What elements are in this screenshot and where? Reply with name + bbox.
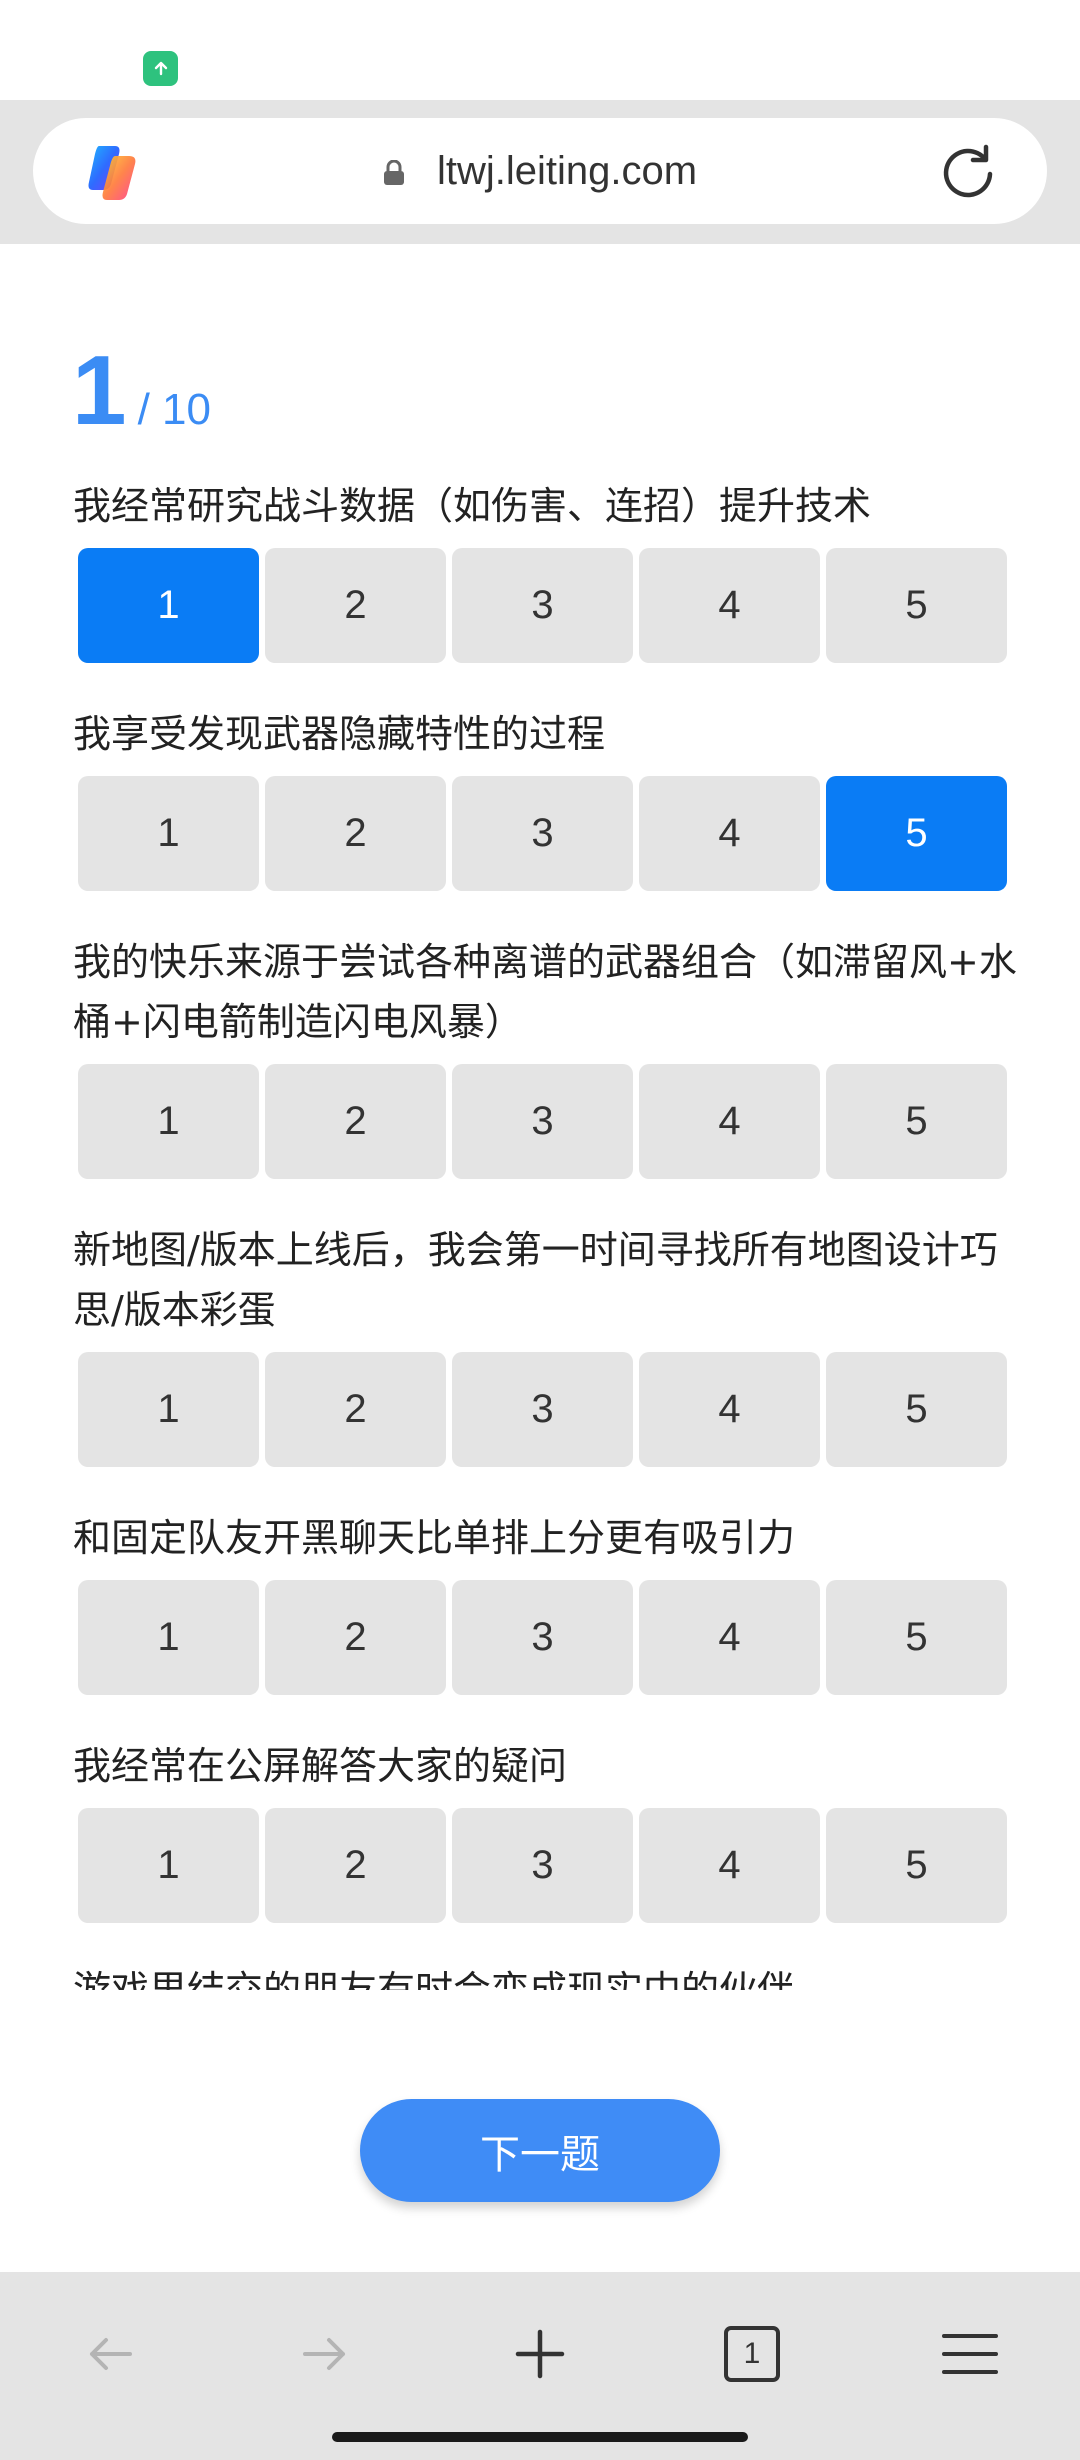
total-questions: / 10 <box>137 385 211 434</box>
rating-option-5[interactable]: 5 <box>826 1808 1007 1923</box>
rating-option-4[interactable]: 4 <box>639 1808 820 1923</box>
partial-question-text: 游戏里结交的朋友有时会变成现实中的伙伴 <box>73 1960 1023 1990</box>
rating-option-3[interactable]: 3 <box>452 1352 633 1467</box>
rating-option-1[interactable]: 1 <box>78 776 259 891</box>
rating-options: 1 2 3 4 5 <box>78 1580 1007 1695</box>
question-item: 我的快乐来源于尝试各种离谱的武器组合（如滞留风+水桶+闪电箭制造闪电风暴） 1 … <box>73 932 1023 1179</box>
next-question-button[interactable]: 下一题 <box>360 2099 720 2202</box>
status-bar <box>0 0 1080 100</box>
url-text: ltwj.leiting.com <box>437 149 698 193</box>
partial-question-label: 游戏里结交的朋友有时会变成现实中的伙伴 <box>73 1968 796 1990</box>
rating-options: 1 2 3 4 5 <box>78 1352 1007 1467</box>
address-bar[interactable]: ltwj.leiting.com <box>33 118 1047 224</box>
rating-option-2[interactable]: 2 <box>265 1352 446 1467</box>
rating-options: 1 2 3 4 5 <box>78 1808 1007 1923</box>
rating-option-1[interactable]: 1 <box>78 548 259 663</box>
rating-option-2[interactable]: 2 <box>265 548 446 663</box>
upload-notification-icon <box>143 51 178 86</box>
rating-option-4[interactable]: 4 <box>639 548 820 663</box>
question-text: 我的快乐来源于尝试各种离谱的武器组合（如滞留风+水桶+闪电箭制造闪电风暴） <box>73 940 1017 1044</box>
rating-option-3[interactable]: 3 <box>452 1580 633 1695</box>
question-text: 我经常在公屏解答大家的疑问 <box>73 1744 568 1788</box>
tabs-count: 1 <box>743 2337 761 2370</box>
question-item: 我经常在公屏解答大家的疑问 1 2 3 4 5 <box>73 1736 1023 1923</box>
rating-option-5[interactable]: 5 <box>826 548 1007 663</box>
rating-option-4[interactable]: 4 <box>639 1064 820 1179</box>
rating-option-5[interactable]: 5 <box>826 776 1007 891</box>
rating-option-5[interactable]: 5 <box>826 1580 1007 1695</box>
question-item: 我享受发现武器隐藏特性的过程 1 2 3 4 5 <box>73 704 1023 891</box>
new-tab-plus-icon[interactable] <box>508 2322 572 2386</box>
rating-option-4[interactable]: 4 <box>639 1580 820 1695</box>
rating-options: 1 2 3 4 5 <box>78 548 1007 663</box>
question-text: 新地图/版本上线后，我会第一时间寻找所有地图设计巧思/版本彩蛋 <box>73 1228 998 1332</box>
rating-options: 1 2 3 4 5 <box>78 776 1007 891</box>
question-item: 我经常研究战斗数据（如伤害、连招）提升技术 1 2 3 4 5 <box>73 476 1023 663</box>
rating-option-5[interactable]: 5 <box>826 1352 1007 1467</box>
rating-option-2[interactable]: 2 <box>265 1808 446 1923</box>
reload-icon[interactable] <box>939 143 997 201</box>
rating-option-1[interactable]: 1 <box>78 1352 259 1467</box>
rating-option-3[interactable]: 3 <box>452 776 633 891</box>
lock-icon <box>384 160 404 185</box>
question-text: 我享受发现武器隐藏特性的过程 <box>73 712 606 756</box>
rating-option-3[interactable]: 3 <box>452 548 633 663</box>
rating-option-2[interactable]: 2 <box>265 1580 446 1695</box>
question-text: 和固定队友开黑聊天比单排上分更有吸引力 <box>73 1516 796 1560</box>
menu-hamburger-icon[interactable] <box>938 2322 1002 2386</box>
rating-option-3[interactable]: 3 <box>452 1808 633 1923</box>
home-indicator[interactable] <box>332 2432 748 2442</box>
rating-option-1[interactable]: 1 <box>78 1064 259 1179</box>
rating-option-1[interactable]: 1 <box>78 1580 259 1695</box>
rating-option-1[interactable]: 1 <box>78 1808 259 1923</box>
rating-option-5[interactable]: 5 <box>826 1064 1007 1179</box>
rating-option-2[interactable]: 2 <box>265 776 446 891</box>
back-arrow-icon[interactable] <box>78 2322 142 2386</box>
question-item: 和固定队友开黑聊天比单排上分更有吸引力 1 2 3 4 5 <box>73 1508 1023 1695</box>
tabs-switcher-icon[interactable]: 1 <box>724 2326 780 2382</box>
forward-arrow-icon[interactable] <box>293 2322 357 2386</box>
browser-toolbar: ltwj.leiting.com <box>0 100 1080 244</box>
rating-option-3[interactable]: 3 <box>452 1064 633 1179</box>
rating-options: 1 2 3 4 5 <box>78 1064 1007 1179</box>
question-text: 我经常研究战斗数据（如伤害、连招）提升技术 <box>73 484 872 528</box>
rating-option-4[interactable]: 4 <box>639 1352 820 1467</box>
copilot-logo-icon[interactable] <box>81 140 145 204</box>
rating-option-2[interactable]: 2 <box>265 1064 446 1179</box>
rating-option-4[interactable]: 4 <box>639 776 820 891</box>
question-progress: 1 / 10 <box>72 340 211 440</box>
question-item: 新地图/版本上线后，我会第一时间寻找所有地图设计巧思/版本彩蛋 1 2 3 4 … <box>73 1220 1023 1467</box>
current-question-number: 1 <box>72 335 127 445</box>
